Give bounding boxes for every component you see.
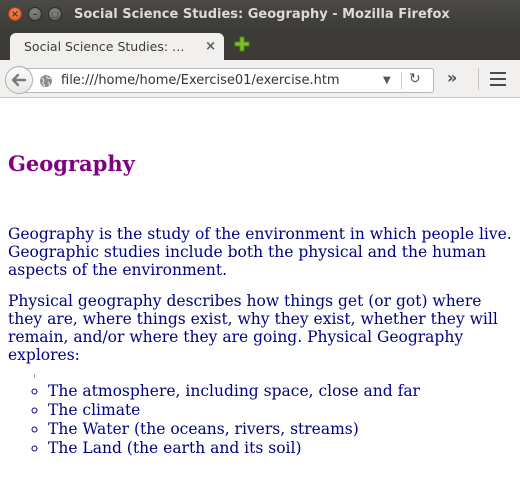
- list-item: The climate: [48, 401, 512, 420]
- back-button[interactable]: [5, 66, 33, 94]
- tab-label: Social Science Studies: …: [24, 39, 185, 54]
- globe-icon: [40, 75, 52, 87]
- empty-list-marker: [34, 374, 512, 382]
- dropdown-icon[interactable]: ▼: [383, 75, 391, 86]
- window-titlebar: × – □ Social Science Studies: Geography …: [0, 0, 520, 30]
- new-tab-button[interactable]: [232, 34, 252, 54]
- navigation-toolbar: file:///home/home/Exercise01/exercise.ht…: [0, 60, 520, 98]
- url-divider: [401, 72, 402, 89]
- new-tab-icon: [234, 36, 250, 52]
- page-heading: Geography: [8, 151, 135, 176]
- tab-strip: Social Science Studies: … ×: [0, 30, 520, 60]
- minimize-icon: –: [32, 9, 38, 20]
- back-arrow-icon: [11, 73, 27, 87]
- window-title: Social Science Studies: Geography - Mozi…: [74, 7, 450, 22]
- reload-icon[interactable]: ↻: [409, 71, 421, 87]
- tab-geography[interactable]: Social Science Studies: … ×: [10, 33, 224, 60]
- hamburger-menu-icon[interactable]: [490, 72, 506, 86]
- list-item: The Water (the oceans, rivers, streams): [48, 420, 512, 439]
- page-content: Geography Geography is the study of the …: [8, 99, 512, 458]
- list-item: The Land (the earth and its soil): [48, 439, 512, 458]
- topics-list: The atmosphere, including space, close a…: [8, 374, 512, 458]
- window-close-button[interactable]: ×: [8, 7, 22, 21]
- window-minimize-button[interactable]: –: [28, 7, 42, 21]
- tab-close-button[interactable]: ×: [205, 33, 216, 60]
- intro-paragraph: Geography is the study of the environmen…: [8, 225, 512, 279]
- window-maximize-button[interactable]: □: [48, 7, 62, 21]
- close-icon: ×: [10, 9, 20, 20]
- maximize-icon: □: [51, 10, 59, 19]
- list-item: The atmosphere, including space, close a…: [48, 382, 512, 401]
- url-bar[interactable]: file:///home/home/Exercise01/exercise.ht…: [24, 68, 434, 93]
- url-text[interactable]: file:///home/home/Exercise01/exercise.ht…: [61, 69, 340, 92]
- toolbar-overflow-button[interactable]: »: [447, 69, 457, 87]
- toolbar-divider: [478, 68, 479, 90]
- physical-geography-paragraph: Physical geography describes how things …: [8, 292, 498, 364]
